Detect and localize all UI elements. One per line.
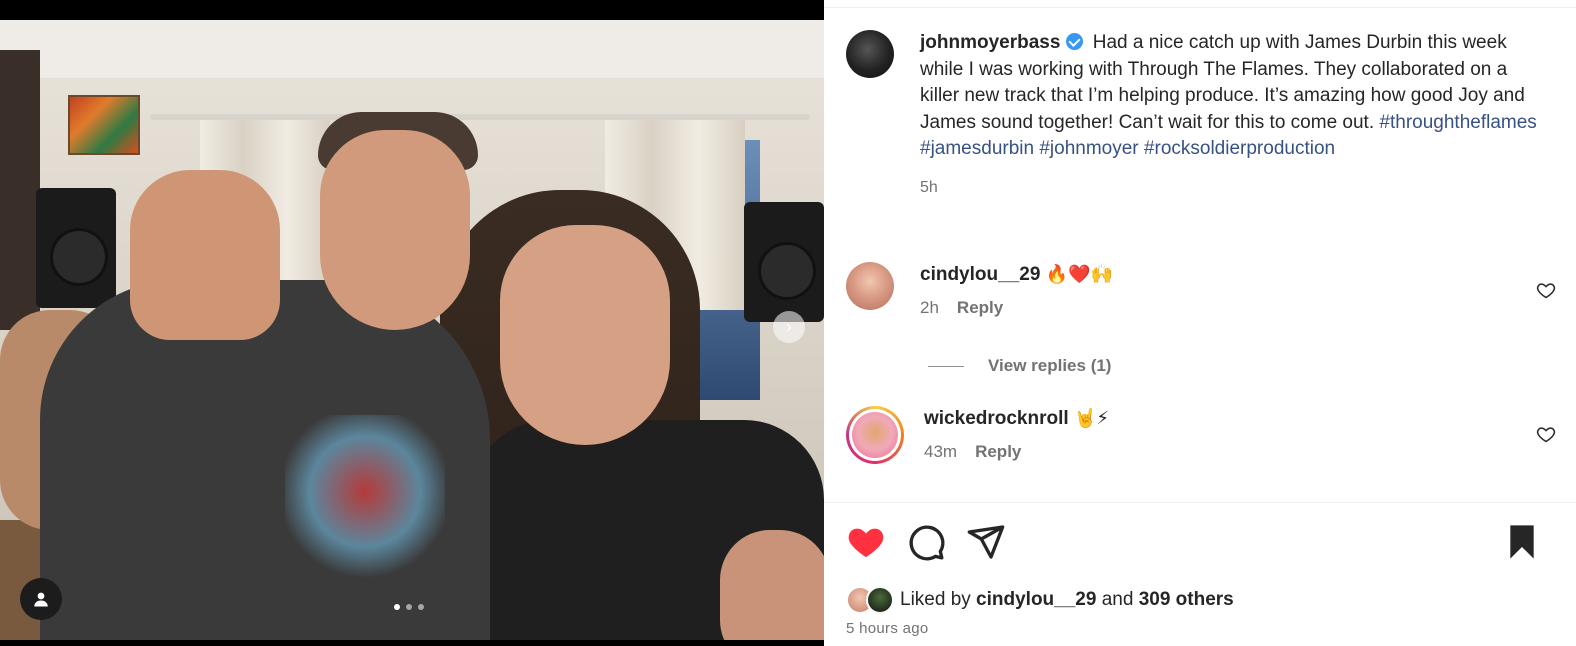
- photo-person-hand: [130, 170, 280, 340]
- comment-meta: 43m Reply: [924, 442, 1556, 462]
- comment-line: wickedrocknroll 🤘⚡: [924, 406, 1556, 432]
- hashtag-link[interactable]: #johnmoyer: [1039, 138, 1138, 159]
- comment-item: wickedrocknroll 🤘⚡ 43m Reply: [846, 406, 1556, 464]
- photo-speaker: [36, 188, 116, 308]
- post-details-panel: johnmoyerbass Had a nice catch up with J…: [824, 0, 1576, 646]
- bookmark-filled-icon: [1510, 525, 1534, 559]
- photo-painting: [68, 95, 140, 155]
- divider: [928, 365, 964, 367]
- carousel-dot: [418, 604, 424, 610]
- heart-filled-icon: [848, 528, 884, 557]
- share-button[interactable]: [966, 522, 1006, 562]
- divider: [824, 502, 1576, 503]
- likes-summary: Liked by cindylou__29 and 309 others: [846, 586, 1234, 614]
- liker-avatar[interactable]: [866, 586, 894, 614]
- comment-text: 🔥❤️🙌: [1045, 264, 1113, 285]
- comment-timestamp[interactable]: 2h: [920, 298, 939, 318]
- photo-ceiling: [0, 20, 824, 78]
- likes-others-link[interactable]: 309 others: [1139, 589, 1234, 610]
- chevron-right-icon: ›: [785, 316, 793, 338]
- photo-person-arm: [720, 530, 824, 640]
- comment-item: cindylou__29 🔥❤️🙌 2h Reply: [846, 262, 1556, 318]
- like-button[interactable]: [846, 522, 886, 562]
- post-author-username[interactable]: johnmoyerbass: [920, 32, 1060, 53]
- comment-text: 🤘⚡: [1073, 408, 1110, 429]
- likes-prefix: Liked by: [900, 589, 977, 610]
- post-caption: johnmoyerbass Had a nice catch up with J…: [846, 30, 1546, 202]
- avatar[interactable]: [846, 262, 894, 310]
- comment-timestamp[interactable]: 43m: [924, 442, 957, 462]
- photo-shirt-print: [285, 415, 445, 585]
- photo-person-face: [500, 225, 670, 445]
- avatar[interactable]: [846, 30, 894, 78]
- comment-username[interactable]: wickedrocknroll: [924, 408, 1069, 429]
- user-tag-icon: [34, 592, 48, 607]
- avatar: [849, 409, 901, 461]
- hashtag-link[interactable]: #rocksoldierproduction: [1144, 138, 1335, 159]
- photo-speaker: [744, 202, 824, 322]
- hashtag-link[interactable]: #throughtheflames: [1379, 112, 1536, 133]
- comment-meta: 2h Reply: [920, 298, 1556, 318]
- liker-username[interactable]: cindylou__29: [976, 589, 1096, 610]
- post-photo: [0, 20, 824, 640]
- likes-text: Liked by cindylou__29 and 309 others: [900, 589, 1234, 611]
- user-tags-button[interactable]: [20, 578, 62, 620]
- caption-timestamp[interactable]: 5h: [920, 175, 1540, 202]
- comment-button[interactable]: [906, 522, 946, 562]
- carousel-dot: [406, 604, 412, 610]
- next-media-button[interactable]: ›: [773, 311, 805, 343]
- verified-badge-icon: [1066, 33, 1084, 50]
- comment-line: cindylou__29 🔥❤️🙌: [920, 262, 1556, 288]
- carousel-dot: [394, 604, 400, 610]
- save-button[interactable]: [1502, 522, 1542, 562]
- view-replies-label: View replies (1): [988, 356, 1112, 375]
- post-timestamp[interactable]: 5 hours ago: [846, 620, 929, 637]
- caption-body: johnmoyerbass Had a nice catch up with J…: [920, 30, 1540, 202]
- divider: [824, 7, 1576, 8]
- avatar-story-ring[interactable]: [846, 406, 904, 464]
- paper-plane-icon: [967, 525, 1005, 559]
- post-action-bar: [846, 522, 1542, 562]
- hashtag-link[interactable]: #jamesdurbin: [920, 138, 1034, 159]
- photo-person-face: [320, 130, 470, 330]
- post-media: ›: [0, 0, 824, 646]
- likes-connector: and: [1096, 589, 1139, 610]
- reply-button[interactable]: Reply: [975, 442, 1021, 462]
- comment-username[interactable]: cindylou__29: [920, 264, 1040, 285]
- comment-body: cindylou__29 🔥❤️🙌 2h Reply: [920, 262, 1556, 318]
- view-replies-button[interactable]: View replies (1): [928, 356, 1111, 376]
- photo-wall: [0, 50, 40, 330]
- comment-body: wickedrocknroll 🤘⚡ 43m Reply: [924, 406, 1556, 462]
- avatar-image: [852, 412, 898, 458]
- heart-outline-icon[interactable]: [1536, 424, 1556, 444]
- reply-button[interactable]: Reply: [957, 298, 1003, 318]
- heart-outline-icon[interactable]: [1536, 280, 1556, 300]
- carousel-indicator: [394, 604, 424, 610]
- comment-bubble-icon: [909, 525, 945, 561]
